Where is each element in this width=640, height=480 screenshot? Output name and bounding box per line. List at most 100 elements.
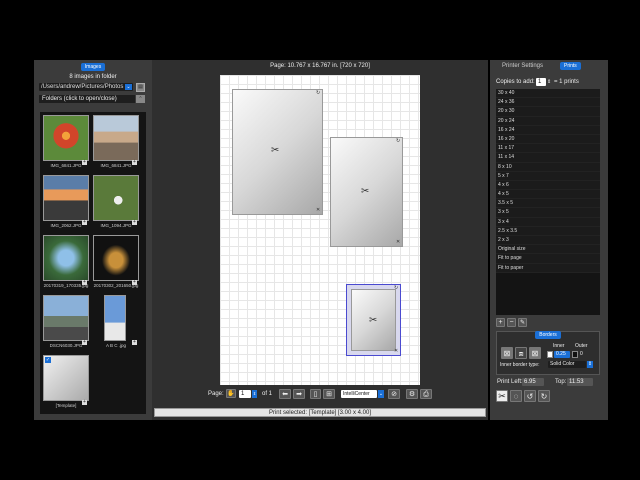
images-tab-wrap: Images [34,63,152,71]
thumbnail-image [43,115,89,161]
border-none-icon[interactable]: ⊠ [501,347,513,359]
printer-icon[interactable]: ⎙ [420,389,432,399]
page-number-field[interactable]: 1 [239,390,251,398]
thumbnail-6[interactable]: + 20170302_201650.jpg [92,234,139,288]
size-list-item[interactable]: Original size [496,245,600,255]
chevron-up-icon[interactable]: ⌃ [136,95,145,103]
size-list-item[interactable]: 24 x 36 [496,98,600,108]
borders-tab[interactable]: Borders [535,331,561,339]
thumbnail-grid: + IMG_6841.JPG + IMG_6841.JPG + IMG_2062… [40,112,146,414]
size-list-item[interactable]: 11 x 17 [496,144,600,154]
tab-prints[interactable]: Prints [560,62,581,70]
folder-browse-icon[interactable]: ▤ [136,83,145,92]
status-bar: Print selected: [Template] [3.00 x 4.00] [154,408,486,417]
ruler-icon[interactable]: ⊘ [388,389,400,399]
size-list-item[interactable]: 4 x 5 [496,190,600,200]
size-list-item[interactable]: Fit to paper [496,263,600,273]
size-list-item[interactable]: 20 x 24 [496,116,600,126]
size-list-item[interactable]: 3 x 5 [496,208,600,218]
size-list-item[interactable]: 8 x 10 [496,162,600,172]
page-canvas[interactable]: ✂ ↻ ✕ ✂ ↻ ✕ ✂ ↻ ✕ [220,75,420,385]
rotate-left-icon[interactable]: ↺ [524,390,536,402]
copies-field[interactable]: 1 [536,78,546,86]
thumbnail-5[interactable]: + 20170319_170335.jpg [42,234,89,288]
size-list-item[interactable]: 3 x 4 [496,217,600,227]
thumbnail-2[interactable]: + IMG_6841.JPG [92,114,139,168]
size-list-item[interactable]: Fit to page [496,254,600,264]
size-list-item[interactable]: 30 x 40 [496,89,600,99]
thumbnail-template[interactable]: ✓ + [Template] [42,354,89,408]
rotate-icon[interactable]: ↻ [396,139,401,144]
remove-icon[interactable]: ✕ [316,208,321,213]
add-page-icon[interactable]: ⊞ [323,389,335,399]
settings-icon[interactable]: ⚙ [406,389,418,399]
size-list-item[interactable]: 20 x 30 [496,107,600,117]
size-list-item[interactable]: 2.5 x 3.5 [496,226,600,236]
size-items: 30 x 40 24 x 36 20 x 30 20 x 24 16 x 24 16 x … [496,89,600,273]
inner-type-select[interactable]: Solid Color [548,361,586,368]
tab-printer-settings[interactable]: Printer Settings [502,63,543,69]
inner-label: Inner [553,343,565,349]
thumbnail-image [43,295,89,341]
thumbnail-4[interactable]: + IMG_1094.JPG [92,174,139,228]
inner-width-field[interactable]: 0.25 [554,351,570,358]
size-list-item[interactable]: 16 x 24 [496,125,600,135]
rotate-icon[interactable]: ↻ [316,91,321,96]
page-info: Page: 10.767 x 16.767 in. [720 x 720] [270,63,370,69]
previous-page-icon[interactable]: ⬅ [279,389,291,399]
thumbnail-3[interactable]: + IMG_2062.JPG [42,174,89,228]
copies-stepper-icon[interactable]: ⇕ [547,78,552,86]
size-list-item[interactable]: 4 x 6 [496,180,600,191]
size-list-item[interactable]: 3.5 x 5 [496,199,600,209]
print-2[interactable]: ✂ ↻ ✕ [330,137,403,247]
border-inner-icon[interactable]: ⧈ [515,347,527,359]
images-tab[interactable]: Images [80,63,106,71]
next-page-icon[interactable]: ➡ [293,389,305,399]
thumbnail-caption: IMG_6841.JPG [100,163,132,168]
top-field[interactable]: 11.53 [567,378,593,386]
thumbnail-caption: [Template] [55,403,77,408]
remove-icon[interactable]: ✕ [396,240,401,245]
folder-path-field[interactable]: /Users/andrew/Pictures/Photos [39,83,133,91]
layout-mode-select[interactable]: IntelliCenter [341,390,377,398]
selected-print-frame[interactable]: ✂ ↻ ✕ [346,284,401,356]
thumbnail-8[interactable]: + A B C .jpg [92,294,138,348]
thumbnail-caption: IMG_1094.JPG [100,223,132,228]
page-icon[interactable]: ▯ [310,389,321,399]
thumbnail-image [93,235,139,281]
edit-size-icon[interactable]: ✎ [518,318,527,327]
print-3[interactable]: ✂ [351,289,396,351]
size-list-item[interactable]: 2 x 3 [496,236,600,246]
border-outer-icon[interactable]: ⊠ [529,347,541,359]
rotate-icon[interactable]: ↻ [394,286,399,291]
path-dropdown-icon[interactable]: ⌄ [125,84,132,90]
remove-icon[interactable]: ✕ [394,349,399,354]
outer-width-field[interactable]: 0 [580,351,590,358]
print-left-field[interactable]: 6.95 [522,378,544,386]
thumbnail-image [104,295,126,341]
print-1[interactable]: ✂ ↻ ✕ [232,89,323,215]
crop-icon[interactable]: ✂ [496,390,508,402]
hand-icon[interactable]: ✋ [226,389,236,398]
page-label: Page: [208,391,224,397]
add-size-icon[interactable]: + [496,318,505,327]
size-list-item[interactable]: 11 x 14 [496,153,600,163]
thumbnail-7[interactable]: + DSCN6030.JPG [42,294,89,348]
layout-dropdown-icon[interactable]: ⌄ [378,390,384,398]
rotate-right-icon[interactable]: ↻ [538,390,550,402]
remove-size-icon[interactable]: − [507,318,516,327]
print-left-label: Print Left: [497,379,523,385]
reset-icon[interactable]: ◌ [510,390,522,402]
copies-label: Copies to add: [496,79,535,85]
inner-color-swatch[interactable] [547,351,553,358]
size-list-item[interactable]: 5 x 7 [496,171,600,181]
thumbnail-1[interactable]: + IMG_6841.JPG [42,114,89,168]
folders-toggle[interactable]: Folders (click to open/close) [39,95,135,103]
size-list-item[interactable]: 16 x 20 [496,134,600,145]
stepper-icon[interactable]: ⇕ [252,390,257,398]
thumbnail-caption: 20170302_201650.jpg [93,283,139,288]
outer-color-swatch[interactable] [572,351,578,358]
inner-type-label: Inner border type: [500,362,540,368]
checkbox-icon[interactable]: ✓ [45,357,51,363]
inner-type-dropdown-icon[interactable]: ⇕ [587,361,593,368]
